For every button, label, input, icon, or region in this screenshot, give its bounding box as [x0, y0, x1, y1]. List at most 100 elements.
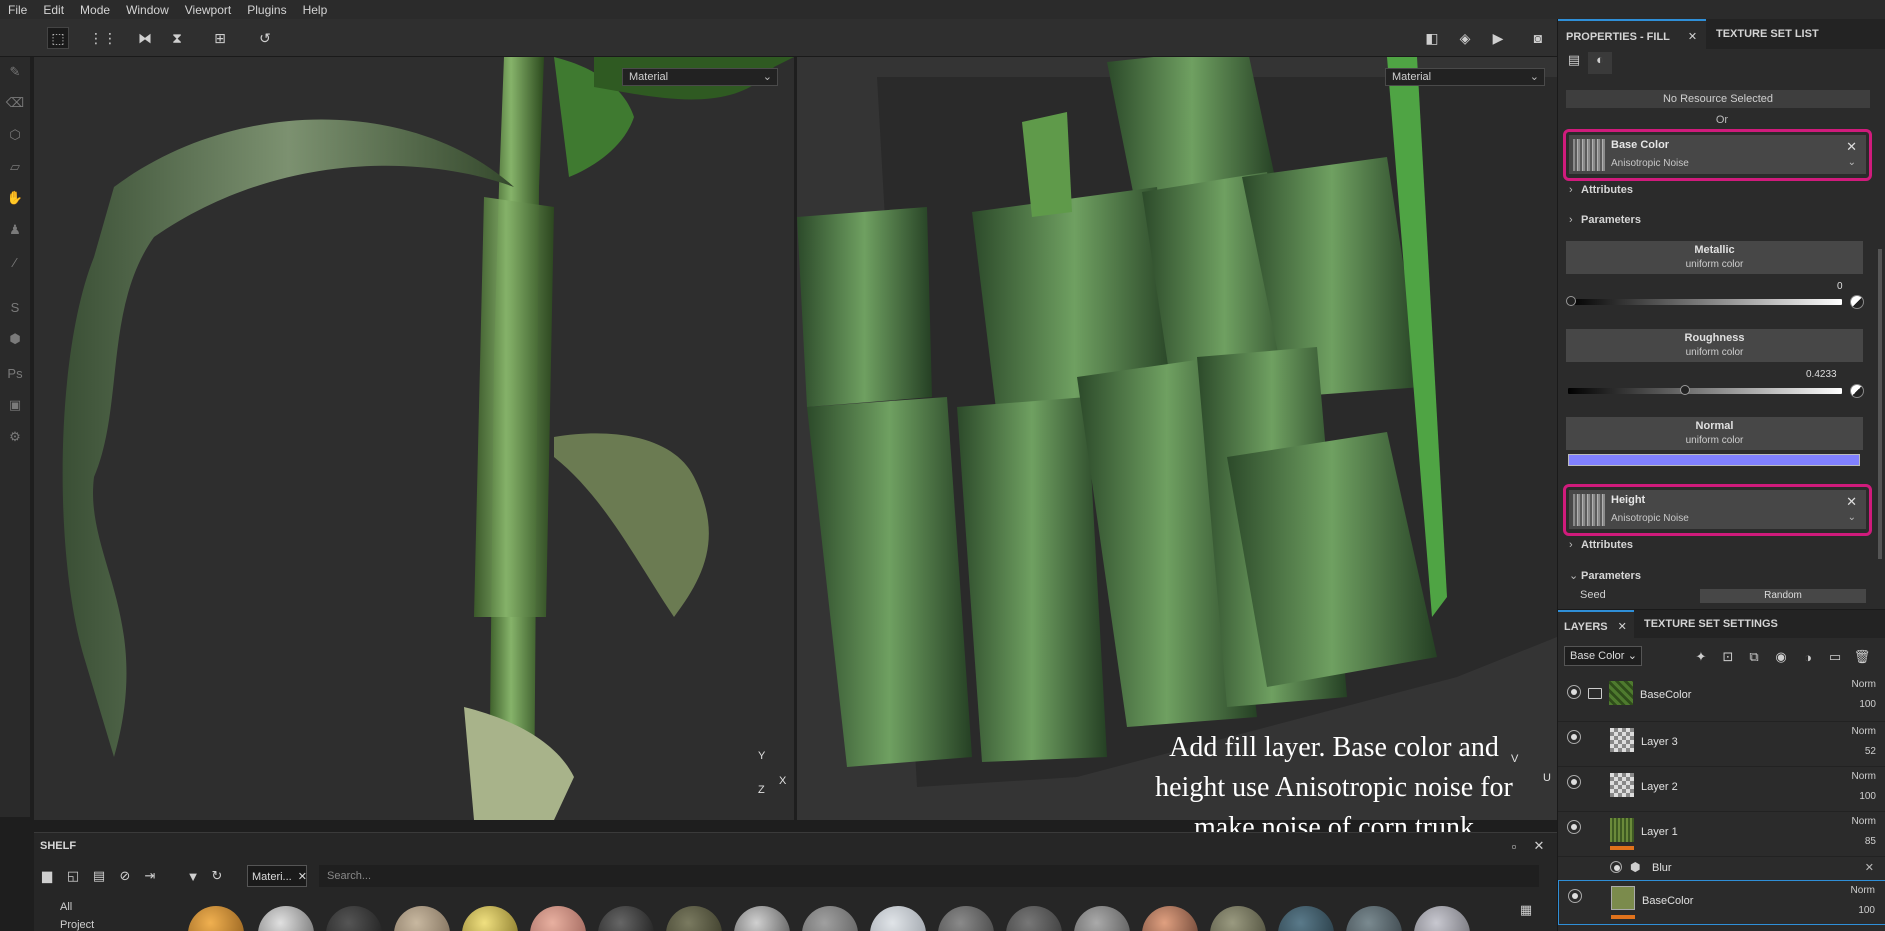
- menu-mode[interactable]: Mode: [72, 3, 118, 17]
- add-layer-icon[interactable]: ⧉: [1744, 647, 1764, 667]
- normal-channel[interactable]: Normal uniform color: [1566, 417, 1863, 450]
- base-color-resource[interactable]: Base Color Anisotropic Noise ✕ ⌄: [1569, 135, 1866, 174]
- channel-select[interactable]: Base Color ⌄: [1564, 646, 1642, 666]
- import-icon[interactable]: ⇥: [139, 865, 161, 887]
- close-icon[interactable]: ✕: [1618, 621, 1627, 633]
- chevron-down-icon[interactable]: ⌄: [1848, 512, 1856, 523]
- layer-opacity[interactable]: 85: [1865, 836, 1876, 847]
- tab-layers[interactable]: LAYERS ✕: [1558, 610, 1634, 638]
- close-icon[interactable]: ✕: [1865, 861, 1874, 874]
- close-icon[interactable]: ✕: [1688, 31, 1697, 43]
- screenshot-icon[interactable]: ◙: [1527, 27, 1549, 49]
- folder-icon[interactable]: ▆: [36, 865, 58, 887]
- close-icon[interactable]: ✕: [1846, 139, 1857, 155]
- history-icon[interactable]: ↺: [254, 27, 276, 49]
- fill-mode-icon[interactable]: ◐: [1588, 52, 1612, 74]
- menu-plugins[interactable]: Plugins: [239, 3, 294, 17]
- layer-opacity[interactable]: 100: [1858, 905, 1875, 916]
- shelf-category-all[interactable]: All: [60, 901, 72, 913]
- grid-view-icon[interactable]: ▦: [1515, 899, 1537, 921]
- metallic-channel[interactable]: Metallic uniform color: [1566, 241, 1863, 274]
- menu-file[interactable]: File: [0, 3, 35, 17]
- visibility-eye-icon[interactable]: [1610, 861, 1622, 873]
- delete-icon[interactable]: 🗑: [1852, 647, 1872, 667]
- height-resource[interactable]: Height Anisotropic Noise ✕ ⌄: [1569, 490, 1866, 529]
- layer-opacity[interactable]: 52: [1865, 746, 1876, 757]
- symmetry-x-icon[interactable]: ⧓: [134, 27, 156, 49]
- layer-row[interactable]: BaseColor Norm 100: [1558, 677, 1885, 722]
- selection-mode-icon[interactable]: ⬚: [47, 27, 69, 49]
- new-file-icon[interactable]: ◱: [62, 865, 84, 887]
- menu-window[interactable]: Window: [118, 3, 177, 17]
- visibility-eye-icon[interactable]: [1567, 730, 1581, 744]
- smudge-icon[interactable]: ✋: [5, 188, 25, 208]
- clone-icon[interactable]: ♟: [5, 220, 25, 240]
- layer-opacity[interactable]: 100: [1859, 791, 1876, 802]
- settings-icon[interactable]: ⚙: [5, 427, 25, 447]
- eyedropper-icon[interactable]: [1850, 384, 1864, 398]
- effect-row-blur[interactable]: ⬢ Blur ✕: [1558, 857, 1885, 879]
- add-mask-icon[interactable]: ◑: [1798, 647, 1818, 667]
- shelf-tab-materials[interactable]: Materi... ✕: [247, 865, 307, 887]
- visibility-eye-icon[interactable]: [1567, 820, 1581, 834]
- substance-alt-icon[interactable]: ⬢: [5, 329, 25, 349]
- camera-icon[interactable]: ▶: [1487, 27, 1509, 49]
- layer-row[interactable]: Layer 3 Norm 52: [1558, 722, 1885, 767]
- projection-icon[interactable]: ⬡: [5, 125, 25, 145]
- left-viewport-channel-select[interactable]: Material ⌄: [622, 68, 778, 86]
- magic-wand-icon[interactable]: ✦: [1691, 647, 1711, 667]
- layer-blend-mode[interactable]: Norm: [1852, 816, 1876, 827]
- tab-texture-set-settings[interactable]: TEXTURE SET SETTINGS: [1638, 610, 1784, 638]
- photoshop-icon[interactable]: Ps: [5, 363, 25, 383]
- database-icon[interactable]: ▤: [88, 865, 110, 887]
- menu-viewport[interactable]: Viewport: [177, 3, 239, 17]
- substance-icon[interactable]: S: [5, 297, 25, 317]
- chevron-down-icon[interactable]: ⌄: [1848, 157, 1856, 168]
- layer-opacity[interactable]: 100: [1859, 699, 1876, 710]
- roughness-channel[interactable]: Roughness uniform color: [1566, 329, 1863, 362]
- layer-row[interactable]: Layer 1 Norm 85: [1558, 812, 1885, 857]
- filter-icon[interactable]: ▼: [182, 865, 204, 887]
- cube-view-icon[interactable]: ◈: [1454, 27, 1476, 49]
- visibility-eye-icon[interactable]: [1568, 889, 1582, 903]
- add-fill-layer-icon[interactable]: ◉: [1771, 647, 1791, 667]
- refresh-icon[interactable]: ↻: [206, 865, 228, 887]
- layer-blend-mode[interactable]: Norm: [1851, 885, 1875, 896]
- layer-blend-mode[interactable]: Norm: [1852, 679, 1876, 690]
- symmetry-y-icon[interactable]: ⧗: [166, 27, 188, 49]
- maximize-icon[interactable]: ▫: [1503, 835, 1525, 857]
- polygon-fill-icon[interactable]: ▱: [5, 157, 25, 177]
- roughness-slider-handle[interactable]: [1680, 385, 1690, 395]
- menu-help[interactable]: Help: [295, 3, 336, 17]
- color-picker-icon[interactable]: ⁄: [5, 252, 25, 272]
- layer-blend-mode[interactable]: Norm: [1852, 726, 1876, 737]
- no-resource-button[interactable]: No Resource Selected: [1566, 90, 1870, 108]
- hide-icon[interactable]: ⊘: [114, 865, 136, 887]
- metallic-slider-handle[interactable]: [1566, 296, 1576, 306]
- right-viewport-channel-select[interactable]: Material ⌄: [1385, 68, 1545, 86]
- menu-edit[interactable]: Edit: [35, 3, 72, 17]
- close-icon[interactable]: ✕: [298, 871, 307, 883]
- close-icon[interactable]: ✕: [1846, 494, 1857, 510]
- eyedropper-icon[interactable]: [1850, 295, 1864, 309]
- add-effect-icon[interactable]: ⊡: [1718, 647, 1738, 667]
- add-folder-icon[interactable]: ▭: [1825, 647, 1845, 667]
- shelf-search-input[interactable]: Search...: [319, 865, 1539, 887]
- metallic-slider[interactable]: [1566, 296, 1842, 306]
- close-icon[interactable]: ✕: [1528, 835, 1550, 857]
- normal-color-swatch[interactable]: [1568, 454, 1860, 466]
- properties-scrollbar[interactable]: [1878, 249, 1882, 559]
- viewport-split-icon[interactable]: ◧: [1421, 27, 1443, 49]
- seed-random-button[interactable]: Random: [1700, 589, 1866, 603]
- layer-blend-mode[interactable]: Norm: [1852, 771, 1876, 782]
- viewport-3d[interactable]: Material ⌄ Y Z X: [34, 57, 794, 820]
- layer-row-selected[interactable]: BaseColor Norm 100: [1558, 880, 1885, 925]
- parameters-section[interactable]: › Parameters: [1569, 214, 1641, 226]
- attributes-section-2[interactable]: › Attributes: [1569, 539, 1633, 551]
- paint-brush-icon[interactable]: ✎: [5, 62, 25, 82]
- eraser-icon[interactable]: ⌫: [5, 93, 25, 113]
- tab-properties-fill[interactable]: PROPERTIES - FILL ✕: [1558, 19, 1706, 49]
- visibility-eye-icon[interactable]: [1567, 685, 1581, 699]
- parameters-section-2[interactable]: ⌄ Parameters: [1569, 569, 1641, 582]
- roughness-slider[interactable]: [1568, 385, 1842, 395]
